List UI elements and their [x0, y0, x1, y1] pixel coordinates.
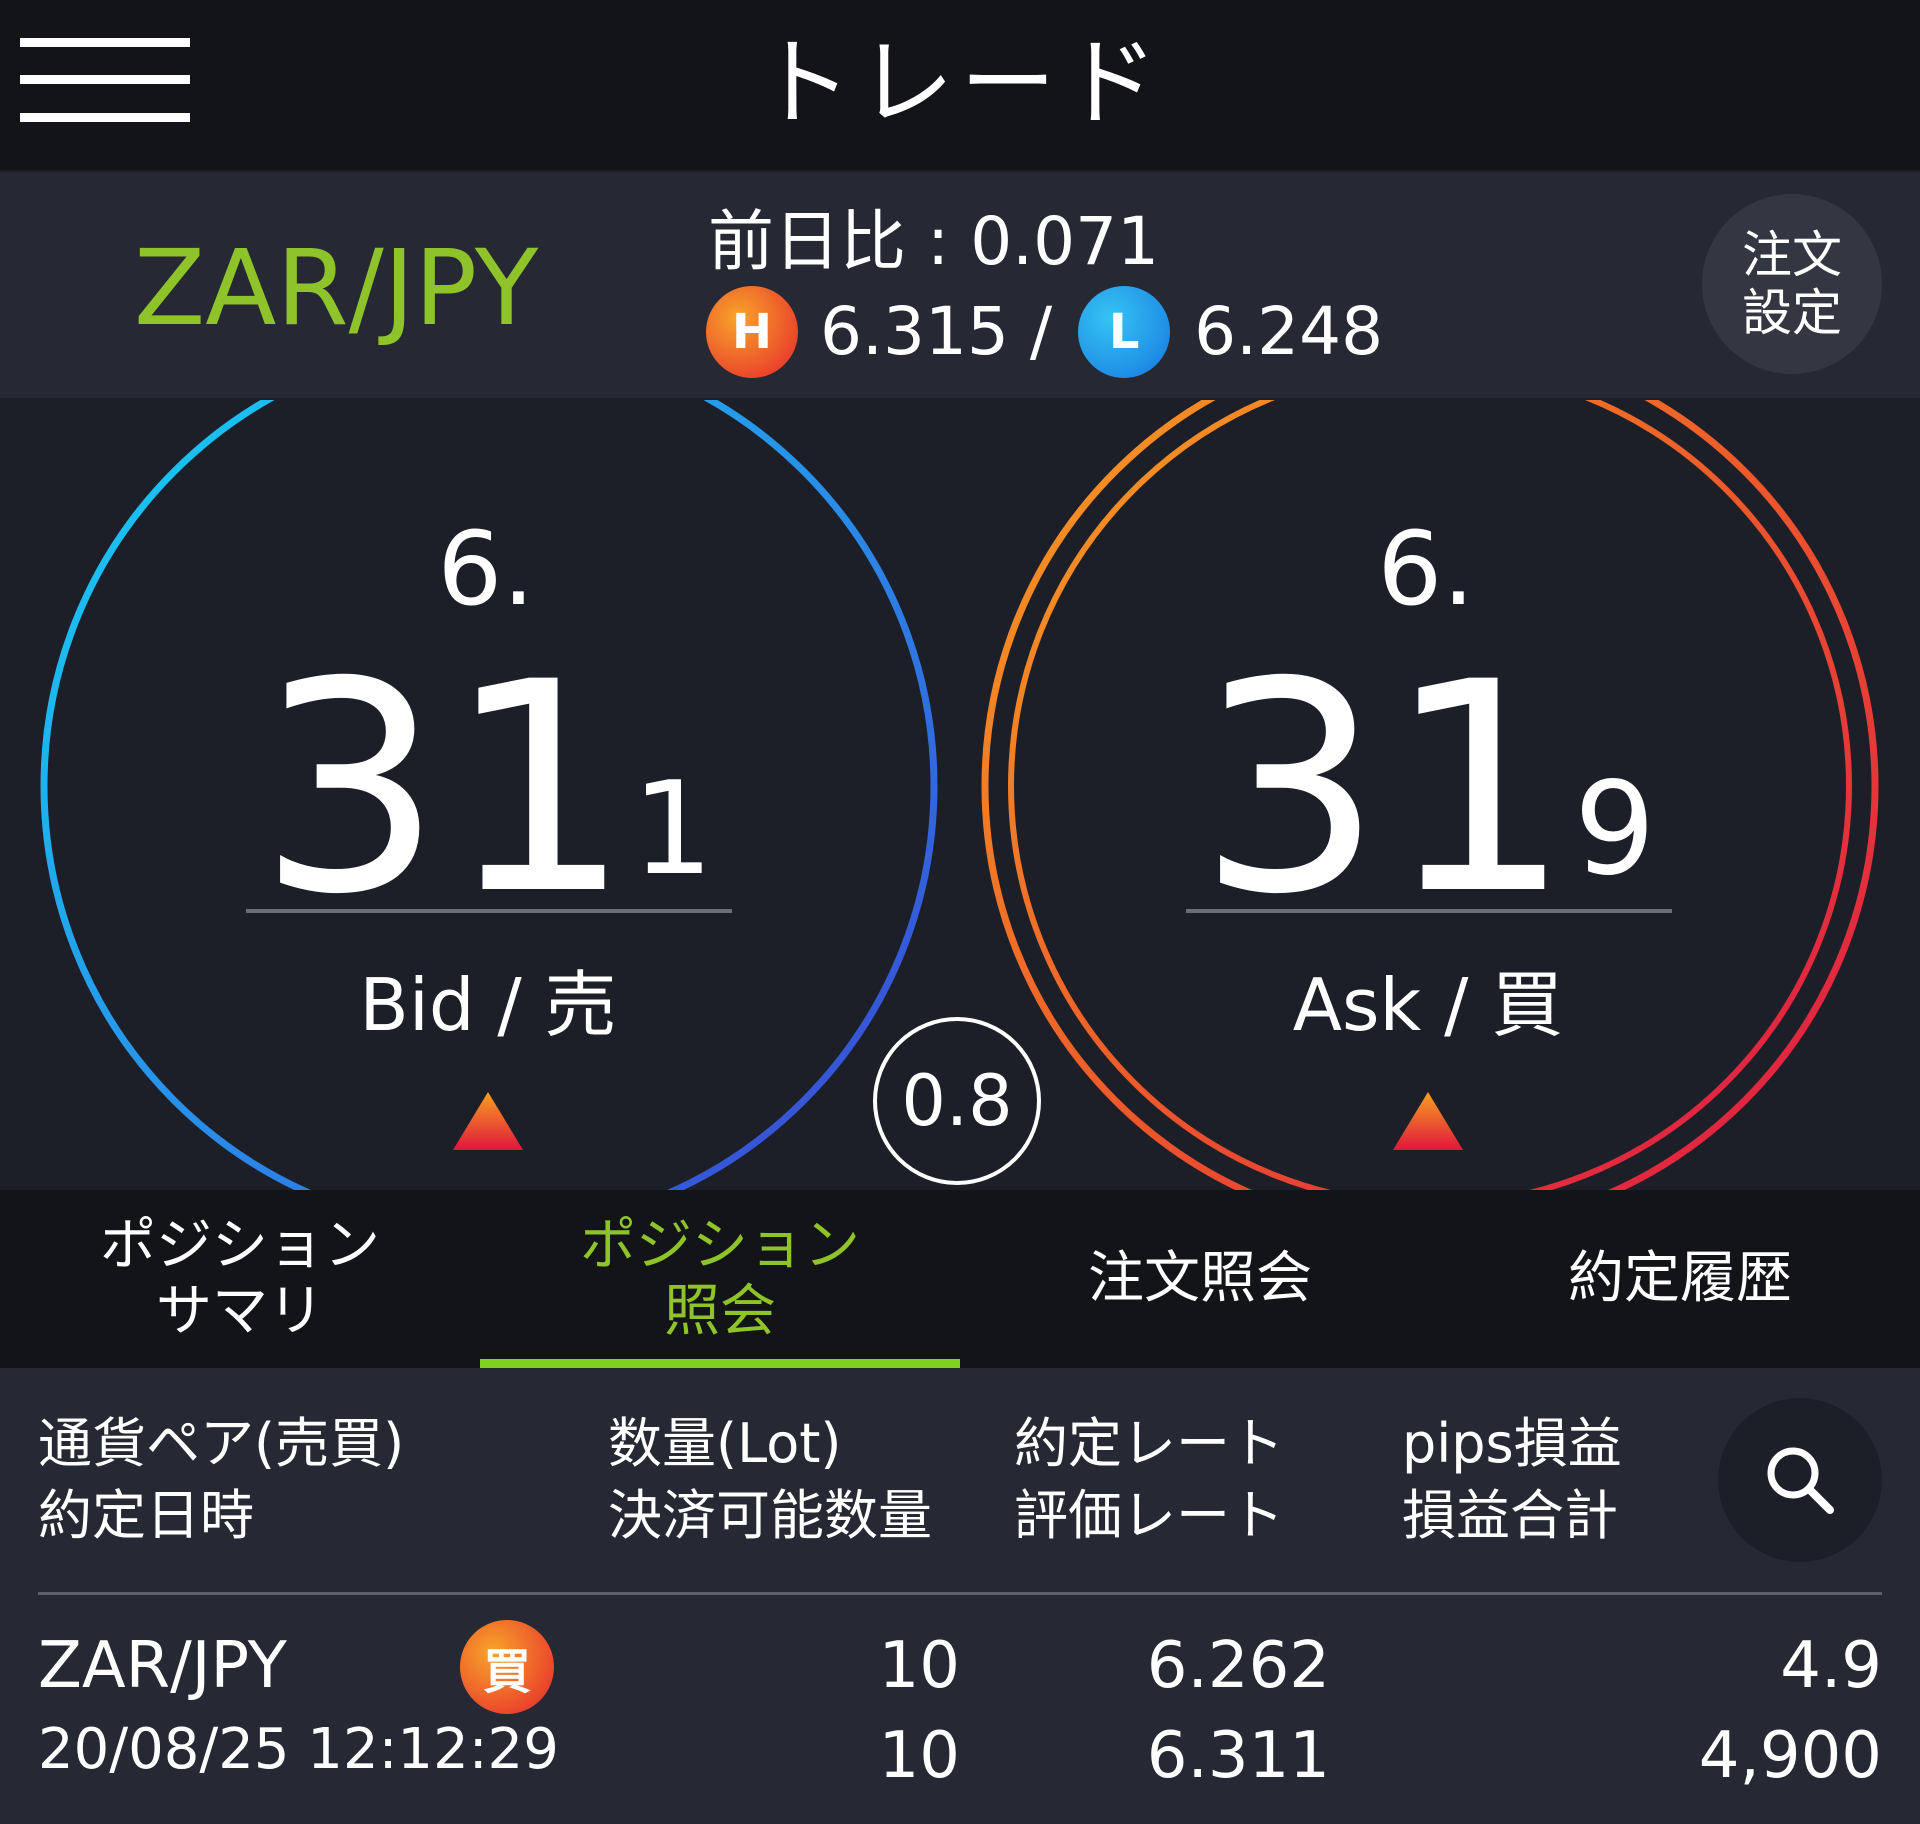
high-low-row: H 6.315 / L 6.248 [706, 286, 1384, 378]
row-pair[interactable]: ZAR/JPY [38, 1626, 287, 1706]
tab-label-line1: ポジション [100, 1213, 380, 1278]
bid-up-triangle-icon [453, 1092, 523, 1150]
high-value: 6.315 / [820, 293, 1053, 370]
ask-price-prefix: 6. [1377, 510, 1475, 629]
previous-day-change: 前日比 : 0.071 [708, 203, 1160, 280]
bid-price-last-digit: 1 [632, 755, 714, 904]
tab-position-inquiry[interactable]: ポジション 照会 [480, 1190, 960, 1368]
tab-label: 注文照会 [1088, 1246, 1312, 1311]
buy-side-badge: 買 [460, 1620, 554, 1714]
order-settings-label-line1: 注文 [1742, 226, 1842, 284]
header-lot: 数量(Lot) [608, 1412, 842, 1475]
ask-price-main[interactable]: 31 [1198, 640, 1575, 940]
table-header-divider [38, 1592, 1882, 1595]
row-lot: 10 [878, 1629, 960, 1703]
low-value: 6.248 [1194, 293, 1384, 370]
ask-price-last-digit: 9 [1574, 755, 1656, 904]
ask-up-triangle-icon [1393, 1092, 1463, 1150]
search-icon [1767, 1447, 1834, 1514]
tab-label-line2: 照会 [664, 1279, 776, 1344]
row-datetime: 20/08/25 12:12:29 [38, 1717, 559, 1782]
search-button[interactable] [1718, 1398, 1882, 1562]
price-dial-area: 6. 31 1 Bid / 売 6. 31 9 Ask / 買 0.8 [0, 400, 1920, 1190]
header-currency-pair: 通貨ペア(売買) [38, 1412, 405, 1475]
bid-label: Bid / 売 [359, 963, 617, 1047]
header-pnl-total: 損益合計 [1402, 1484, 1618, 1547]
tab-label-line1: ポジション [580, 1213, 860, 1278]
header-exec-datetime: 約定日時 [38, 1484, 254, 1547]
order-settings-label-line2: 設定 [1742, 284, 1842, 342]
header-pips-pnl: pips損益 [1402, 1412, 1622, 1475]
high-badge-icon: H [706, 286, 798, 378]
tab-order-inquiry[interactable]: 注文照会 [960, 1190, 1440, 1368]
tab-label: 約定履歴 [1568, 1246, 1792, 1311]
tab-position-summary[interactable]: ポジション サマリ [0, 1190, 480, 1368]
page-title: トレード [756, 27, 1164, 139]
low-badge-icon: L [1078, 286, 1171, 378]
row-closable-lot: 10 [878, 1719, 960, 1793]
row-exec-rate: 6.262 [1146, 1629, 1330, 1703]
spread-badge: 0.8 [873, 1017, 1041, 1185]
ask-label: Ask / 買 [1292, 963, 1564, 1047]
header-exec-rate: 約定レート [1014, 1412, 1284, 1475]
row-pnl-total: 4,900 [1698, 1719, 1882, 1793]
header-eval-rate: 評価レート [1014, 1484, 1284, 1547]
header-closable-lot: 決済可能数量 [608, 1484, 932, 1547]
bid-price-main[interactable]: 31 [258, 640, 635, 940]
currency-pair-name[interactable]: ZAR/JPY [134, 228, 538, 348]
order-settings-button[interactable]: 注文 設定 [1702, 194, 1882, 374]
tab-bar: ポジション サマリ ポジション 照会 注文照会 約定履歴 [0, 1190, 1920, 1368]
tab-execution-history[interactable]: 約定履歴 [1440, 1190, 1920, 1368]
tab-label-line2: サマリ [156, 1279, 324, 1344]
bid-price-prefix: 6. [437, 510, 535, 629]
row-pips: 4.9 [1780, 1629, 1882, 1703]
row-eval-rate: 6.311 [1146, 1719, 1330, 1793]
